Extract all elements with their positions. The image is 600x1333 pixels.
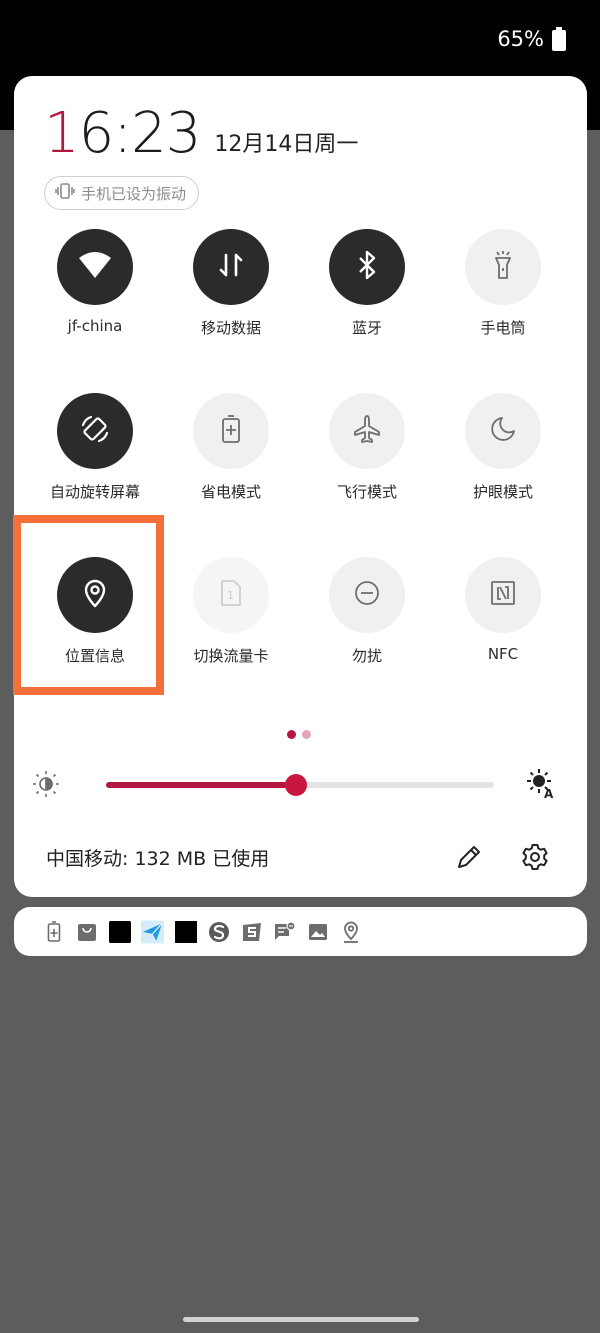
do-not-disturb-icon bbox=[353, 579, 381, 611]
tile-airplane-mode[interactable]: 飞行模式 bbox=[299, 393, 435, 513]
battery-saver-icon bbox=[220, 414, 242, 448]
tile-flashlight[interactable]: 手电筒 bbox=[435, 229, 571, 349]
s-logo-icon bbox=[207, 920, 230, 943]
tile-switch-sim[interactable]: 1 切换流量卡 bbox=[163, 557, 299, 677]
tile-label: 切换流量卡 bbox=[193, 647, 269, 665]
page-dot-inactive bbox=[302, 730, 311, 739]
brightness-slider-fill bbox=[106, 782, 297, 788]
s-app-icon bbox=[240, 920, 263, 943]
tile-label: jf-china bbox=[67, 317, 123, 335]
black-square-icon bbox=[108, 920, 131, 943]
pencil-icon bbox=[454, 846, 484, 876]
tile-do-not-disturb-circle[interactable] bbox=[329, 557, 405, 633]
tile-do-not-disturb[interactable]: 勿扰 bbox=[299, 557, 435, 677]
tile-wifi[interactable]: jf-china bbox=[27, 229, 163, 349]
svg-text:1: 1 bbox=[227, 589, 234, 602]
home-indicator[interactable] bbox=[183, 1317, 419, 1322]
battery-icon bbox=[552, 27, 566, 51]
carrier-row: 中国移动: 132 MB 已使用 bbox=[46, 840, 556, 874]
tile-label: 移动数据 bbox=[200, 319, 261, 337]
clock-accent-digit: 1 bbox=[44, 101, 80, 166]
tile-airplane-mode-circle[interactable] bbox=[329, 393, 405, 469]
tile-bluetooth-circle[interactable] bbox=[329, 229, 405, 305]
tile-label: NFC bbox=[487, 645, 519, 663]
tile-auto-rotate[interactable]: 自动旋转屏幕 bbox=[27, 393, 163, 513]
edit-button[interactable] bbox=[454, 842, 484, 872]
brightness-slider[interactable] bbox=[106, 774, 494, 796]
tile-label: 勿扰 bbox=[351, 647, 382, 665]
location-icon bbox=[339, 920, 362, 943]
tile-auto-rotate-circle[interactable] bbox=[57, 393, 133, 469]
battery-percentage: 65% bbox=[497, 27, 544, 51]
tile-battery-saver[interactable]: 省电模式 bbox=[163, 393, 299, 513]
brightness-slider-thumb[interactable] bbox=[285, 774, 308, 796]
location-tile-highlight bbox=[13, 515, 164, 695]
vibrate-mode-chip[interactable]: 手机已设为振动 bbox=[44, 176, 200, 210]
tile-flashlight-circle[interactable] bbox=[465, 229, 541, 305]
airplane-icon bbox=[352, 414, 382, 448]
shopping-bag-icon bbox=[75, 920, 98, 943]
flashlight-icon bbox=[492, 250, 514, 284]
paper-plane-icon bbox=[141, 920, 164, 943]
nfc-icon bbox=[490, 580, 516, 610]
tile-bluetooth[interactable]: 蓝牙 bbox=[299, 229, 435, 349]
tile-label: 飞行模式 bbox=[336, 483, 397, 501]
brightness-row: A bbox=[30, 766, 554, 806]
clock-row: 16:23 12月14日周一 bbox=[44, 104, 358, 164]
clock-rest: 6:23 bbox=[78, 101, 202, 166]
tile-battery-saver-circle[interactable] bbox=[193, 393, 269, 469]
tile-eye-comfort[interactable]: 护眼模式 bbox=[435, 393, 571, 513]
svg-text:A: A bbox=[544, 787, 554, 800]
auto-rotate-icon bbox=[79, 413, 111, 449]
tile-label: 自动旋转屏幕 bbox=[49, 483, 140, 501]
image-icon bbox=[306, 920, 329, 943]
vibrate-icon bbox=[55, 181, 75, 205]
brightness-auto-icon[interactable]: A bbox=[524, 766, 558, 804]
message-icon bbox=[273, 920, 296, 943]
date[interactable]: 12月14日周一 bbox=[214, 126, 358, 158]
mobile-data-icon bbox=[218, 251, 244, 283]
tile-nfc-circle[interactable] bbox=[465, 557, 541, 633]
vibrate-label: 手机已设为振动 bbox=[81, 184, 187, 203]
sim-card-icon: 1 bbox=[219, 578, 243, 612]
battery-icon bbox=[42, 920, 65, 943]
brightness-low-icon bbox=[30, 768, 62, 804]
tile-nfc[interactable]: NFC bbox=[435, 557, 571, 677]
tile-label: 蓝牙 bbox=[351, 319, 382, 337]
tile-mobile-data-circle[interactable] bbox=[193, 229, 269, 305]
tile-label: 手电筒 bbox=[480, 319, 526, 337]
bluetooth-icon bbox=[356, 250, 378, 284]
carrier-data-usage[interactable]: 中国移动: 132 MB 已使用 bbox=[46, 844, 269, 871]
tile-label: 护眼模式 bbox=[472, 483, 533, 501]
tile-label: 省电模式 bbox=[200, 483, 261, 501]
tile-wifi-circle[interactable] bbox=[57, 229, 133, 305]
clock[interactable]: 16:23 bbox=[44, 101, 202, 166]
page-indicator bbox=[287, 730, 311, 739]
tile-switch-sim-circle[interactable]: 1 bbox=[193, 557, 269, 633]
moon-icon bbox=[489, 415, 517, 447]
tile-mobile-data[interactable]: 移动数据 bbox=[163, 229, 299, 349]
gear-icon bbox=[520, 844, 550, 876]
status-bar: 65% bbox=[497, 24, 566, 54]
notification-icon-bar[interactable] bbox=[14, 907, 587, 956]
page-dot-active bbox=[287, 730, 296, 739]
settings-button[interactable] bbox=[520, 842, 550, 872]
tile-eye-comfort-circle[interactable] bbox=[465, 393, 541, 469]
wifi-icon bbox=[77, 250, 113, 284]
black-square-icon bbox=[174, 920, 197, 943]
